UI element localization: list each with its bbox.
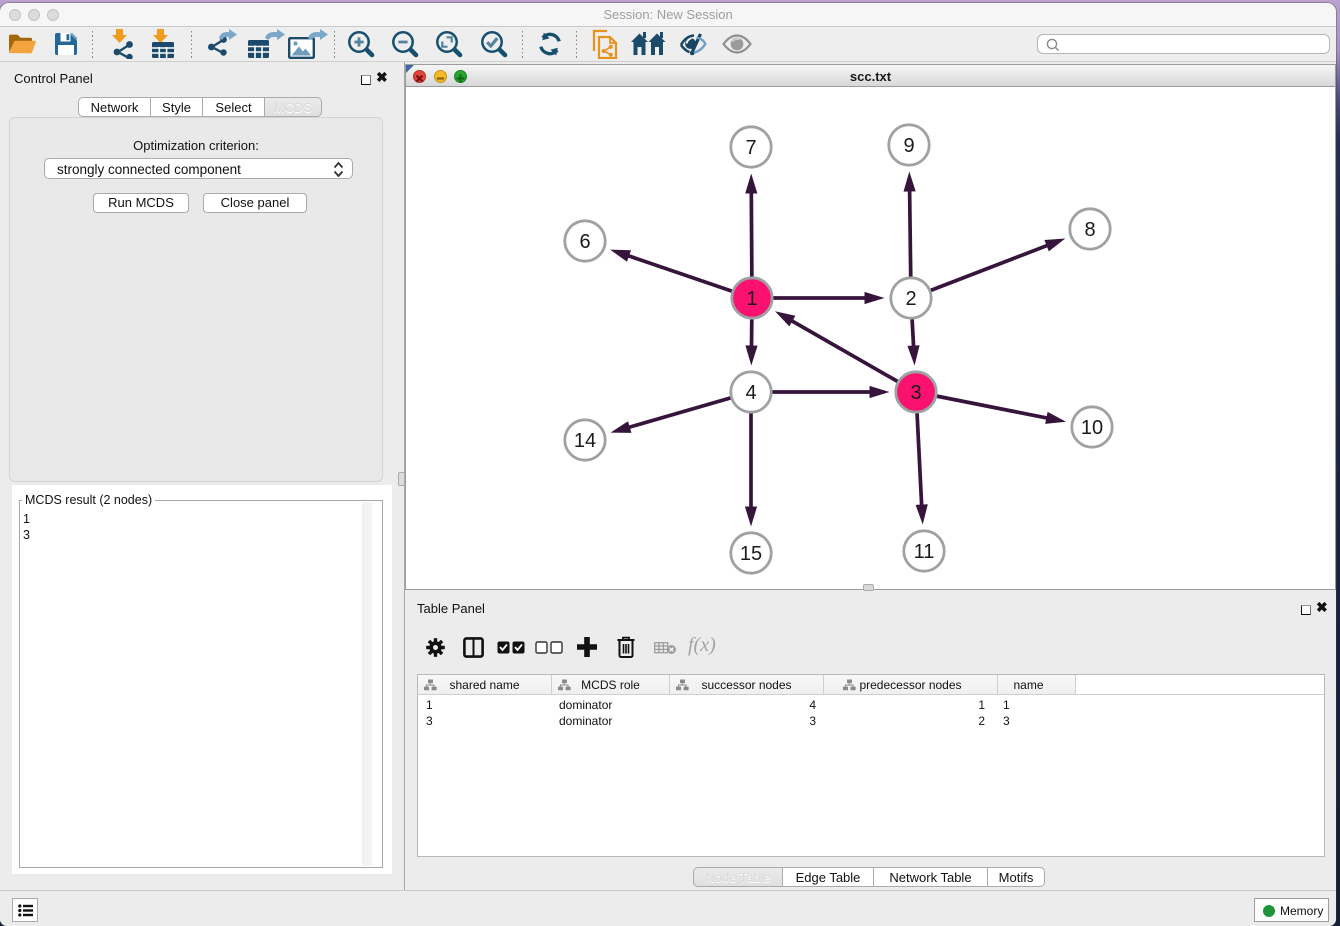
svg-text:3: 3	[910, 382, 921, 404]
svg-text:9: 9	[903, 135, 914, 157]
svg-text:14: 14	[574, 430, 596, 452]
svg-text:7: 7	[745, 137, 756, 159]
svg-text:15: 15	[740, 543, 762, 565]
svg-text:10: 10	[1081, 417, 1103, 439]
svg-text:8: 8	[1084, 219, 1095, 241]
svg-text:6: 6	[579, 231, 590, 253]
svg-text:1: 1	[746, 288, 757, 310]
svg-text:4: 4	[745, 382, 756, 404]
svg-text:11: 11	[914, 541, 935, 563]
svg-text:2: 2	[905, 288, 916, 310]
